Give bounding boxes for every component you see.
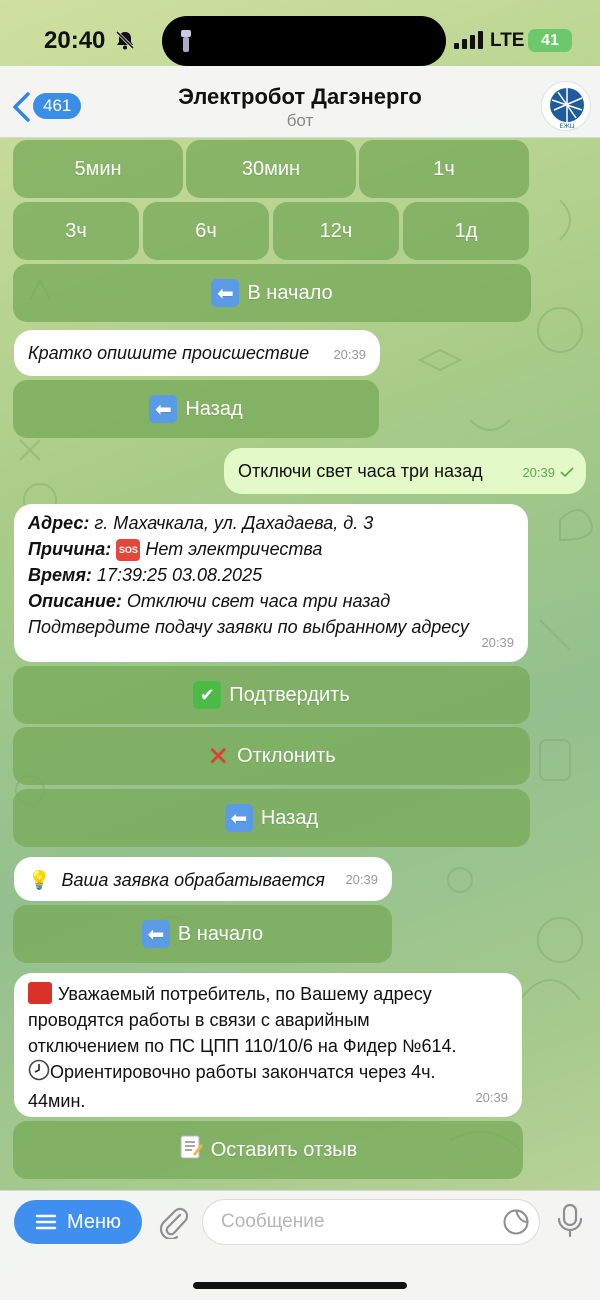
bot-message-describe: Кратко опишите происшествие 20:39 (14, 330, 380, 376)
message-text: Кратко опишите происшествие (28, 343, 310, 363)
notice-line: отключением по ПС ЦПП 110/10/6 на Фидер … (28, 1036, 457, 1056)
button-label: 6ч (195, 219, 217, 242)
notice-line: проводятся работы в связи с аварийным (28, 1010, 370, 1030)
menu-label: Меню (66, 1210, 122, 1233)
bot-avatar[interactable]: ЕЖЦ (541, 81, 591, 131)
time-value: 17:39:25 03.08.2025 (96, 565, 263, 585)
cross-icon: ✕ (207, 740, 230, 771)
button-label: Назад (185, 397, 243, 420)
button-label: Отклонить (237, 744, 336, 767)
summary-desc-line: Описание: Отключи свет часа три назад (28, 588, 514, 614)
time-30min-button[interactable]: 30мин (186, 140, 356, 198)
to-start-button[interactable]: ⬅ В начало (13, 264, 531, 322)
notice-line: Ориентировочно работы закончатся через 4… (28, 1059, 508, 1088)
flashlight-icon (178, 28, 194, 59)
battery-indicator: 41 (528, 29, 572, 52)
button-label: Оставить отзыв (210, 1138, 358, 1161)
user-message: Отключи свет часа три назад 20:39 (224, 448, 586, 494)
message-meta: 20:39 (522, 458, 574, 486)
summary-time-line: Время: 17:39:25 03.08.2025 (28, 562, 514, 588)
checkmark-icon: ✔ (193, 681, 222, 709)
message-time: 20:39 (333, 347, 366, 362)
notice-line: 44мин. (28, 1091, 86, 1111)
button-label: 1ч (433, 157, 455, 180)
message-time: 20:39 (475, 1090, 508, 1105)
bot-message-summary: Адрес: г. Махачкала, ул. Дахадаева, д. 3… (14, 504, 528, 662)
button-label: 12ч (319, 219, 353, 242)
address-value: г. Махачкала, ул. Дахадаева, д. 3 (94, 513, 374, 533)
desc-value: Отключи свет часа три назад (126, 591, 391, 611)
network-type: LTE (490, 30, 525, 51)
reason-label: Причина: (28, 539, 112, 559)
leave-feedback-button[interactable]: Оставить отзыв (13, 1121, 523, 1179)
address-label: Адрес: (28, 513, 90, 533)
read-check-icon (560, 467, 574, 478)
dynamic-island (162, 16, 446, 66)
decline-button[interactable]: ✕ Отклонить (13, 727, 530, 785)
status-time: 20:40 (44, 27, 106, 54)
time-12h-button[interactable]: 12ч (273, 202, 399, 260)
home-indicator (193, 1282, 407, 1289)
button-label: Подтвердить (229, 683, 350, 706)
left-arrow-icon: ⬅ (224, 804, 253, 832)
message-input[interactable]: Сообщение (202, 1199, 540, 1245)
bot-message-notice: Уважаемый потребитель, по Вашему адресу … (14, 973, 522, 1117)
avatar-text: ЕЖЦ (560, 123, 575, 130)
button-label: 5мин (74, 157, 122, 180)
confirm-prompt: Подтвердите подачу заявки по выбранному … (28, 617, 469, 637)
message-text: Отключи свет часа три назад (238, 461, 483, 481)
confirm-button[interactable]: ✔ Подтвердить (13, 666, 530, 724)
chat-header: 461 Электробот Дагэнерго бот ЕЖЦ (0, 66, 600, 138)
paperclip-icon[interactable] (158, 1205, 189, 1244)
time-3h-button[interactable]: 3ч (13, 202, 139, 260)
message-placeholder: Сообщение (221, 1211, 325, 1232)
back-button[interactable]: ⬅ Назад (13, 789, 530, 847)
sticker-icon[interactable] (502, 1208, 530, 1241)
chat-title[interactable]: Электробот Дагэнерго (0, 84, 600, 110)
signal-icon (454, 31, 484, 54)
chat-subtitle: бот (286, 111, 314, 130)
summary-reason-line: Причина: SOS Нет электричества (28, 536, 514, 562)
bot-message-processing: 💡 Ваша заявка обрабатывается 20:39 (14, 857, 392, 901)
notice-text: Уважаемый потребитель, по Вашему адресу (58, 984, 432, 1004)
to-start-button[interactable]: ⬅ В начало (13, 905, 392, 963)
button-label: 30мин (241, 157, 301, 180)
microphone-icon[interactable] (556, 1203, 584, 1244)
back-button[interactable]: ⬅ Назад (13, 380, 379, 438)
desc-label: Описание: (28, 591, 122, 611)
reason-value: Нет электричества (145, 539, 323, 559)
button-label: Назад (260, 806, 319, 829)
message-time: 20:39 (345, 872, 378, 887)
sos-icon: SOS (116, 539, 141, 562)
left-arrow-icon: ⬅ (211, 279, 240, 307)
time-6h-button[interactable]: 6ч (143, 202, 269, 260)
button-label: В начало (247, 281, 333, 304)
memo-icon (179, 1134, 203, 1166)
lightbulb-icon: 💡 (28, 870, 51, 890)
clock-icon (28, 1059, 50, 1088)
battery-level: 41 (541, 31, 559, 49)
time-1h-button[interactable]: 1ч (359, 140, 529, 198)
time-5min-button[interactable]: 5мин (13, 140, 183, 198)
hamburger-icon (35, 1214, 57, 1230)
message-time: 20:39 (481, 635, 514, 650)
message-time: 20:39 (522, 465, 555, 480)
time-label: Время: (28, 565, 92, 585)
notice-line: Уважаемый потребитель, по Вашему адресу (28, 981, 508, 1007)
message-text: Ваша заявка обрабатывается (61, 870, 325, 890)
message-input-bar: Меню Сообщение (0, 1190, 600, 1300)
button-label: В начало (177, 922, 264, 945)
bell-muted-icon (114, 29, 136, 56)
time-1d-button[interactable]: 1д (403, 202, 529, 260)
button-label: 1д (454, 219, 478, 242)
red-square-icon (28, 982, 52, 1004)
menu-button[interactable]: Меню (14, 1200, 142, 1244)
left-arrow-icon: ⬅ (141, 920, 170, 948)
notice-text: Ориентировочно работы закончатся через 4… (50, 1062, 436, 1082)
button-label: 3ч (65, 219, 87, 242)
left-arrow-icon: ⬅ (149, 395, 178, 423)
summary-address-line: Адрес: г. Махачкала, ул. Дахадаева, д. 3 (28, 510, 514, 536)
